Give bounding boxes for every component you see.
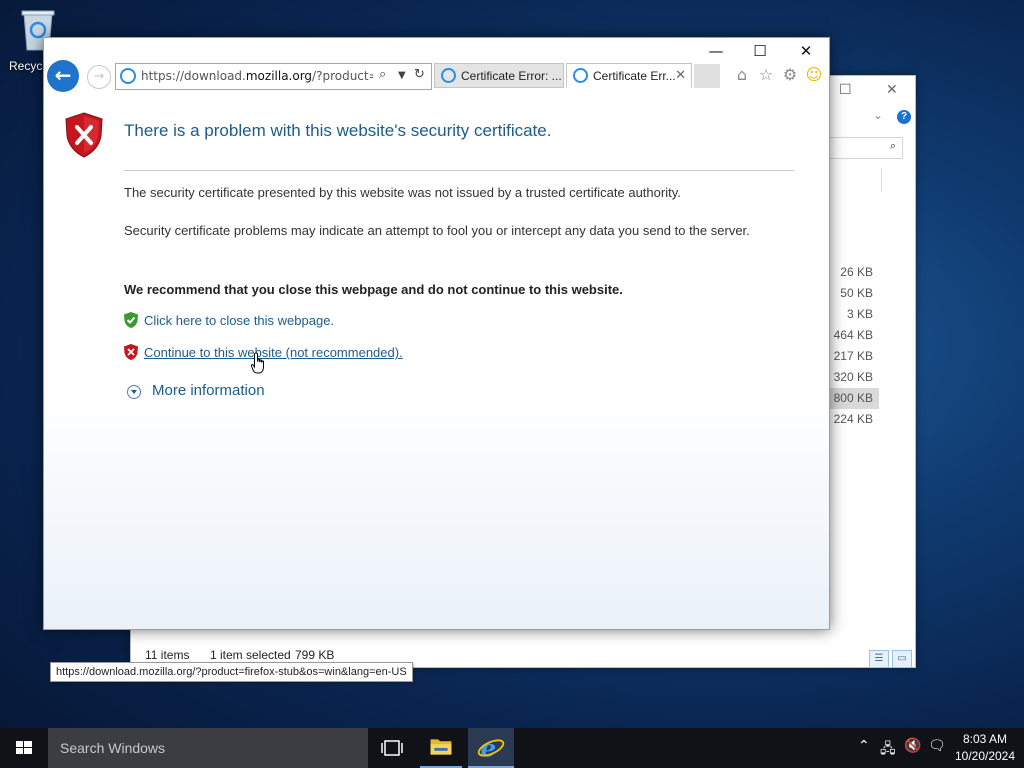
details-view-icon[interactable]: ☰ — [869, 650, 889, 668]
expand-chevron-icon — [127, 385, 141, 399]
file-explorer-icon[interactable] — [420, 728, 462, 768]
certificate-message: The security certificate presented by th… — [124, 185, 681, 200]
clock-date: 10/20/2024 — [954, 749, 1016, 763]
tab-certificate-error-2[interactable]: Certificate Err... ✕ — [566, 63, 692, 88]
more-information-label: More information — [152, 382, 265, 399]
close-webpage-link-text[interactable]: Click here to close this webpage. — [144, 313, 334, 328]
continue-website-link-text[interactable]: Continue to this website (not recommende… — [144, 345, 403, 360]
ie-page-icon — [573, 68, 588, 83]
file-size[interactable]: 3 KB — [829, 304, 879, 325]
forward-button[interactable]: → — [87, 65, 111, 89]
minimize-icon[interactable]: — — [696, 42, 736, 60]
dropdown-icon[interactable]: ▼ — [398, 70, 406, 81]
taskbar-search-input[interactable]: Search Windows — [48, 728, 368, 768]
home-icon[interactable]: ⌂ — [730, 65, 754, 84]
url-domain: mozilla.org — [245, 69, 313, 83]
url-prefix: https://download. — [141, 69, 246, 83]
shield-error-icon — [65, 112, 103, 158]
url-suffix: /?product=firef — [312, 69, 373, 83]
volume-muted-icon[interactable]: 🔇 — [904, 738, 921, 754]
file-size[interactable]: 224 KB — [829, 409, 879, 430]
ie-page-icon — [441, 68, 456, 83]
search-icon[interactable]: ⌕ — [379, 67, 386, 82]
feedback-smiley-icon[interactable]: ☺ — [802, 65, 826, 84]
tab-close-icon[interactable]: ✕ — [675, 67, 686, 83]
internet-explorer-icon[interactable]: e — [468, 728, 514, 768]
gear-icon[interactable]: ⚙ — [778, 65, 802, 84]
close-icon[interactable]: ✕ — [786, 42, 826, 60]
svg-text:e: e — [481, 734, 497, 763]
chevron-up-icon[interactable]: ⌃ — [858, 738, 870, 754]
help-icon[interactable]: ? — [897, 110, 911, 124]
large-icons-view-icon[interactable]: ▭ — [892, 650, 912, 668]
tab-label: Certificate Err... — [593, 69, 676, 83]
clock-time: 8:03 AM — [962, 732, 1008, 746]
tab-certificate-error-1[interactable]: Certificate Error: ... — [434, 63, 564, 88]
toolbar-icons: ⌂ ☆ ⚙ ☺ — [730, 65, 826, 84]
ie-page-icon — [120, 68, 136, 84]
file-size[interactable]: 26 KB — [829, 262, 879, 283]
maximize-icon[interactable]: ☐ — [740, 42, 780, 60]
column-divider — [881, 168, 882, 192]
red-shield-icon — [124, 344, 138, 360]
minimize-icon[interactable]: ☐ — [839, 82, 852, 98]
page-content: There is a problem with this website's s… — [44, 96, 829, 682]
back-button[interactable]: ← — [47, 60, 79, 92]
item-count: 11 items — [145, 648, 190, 662]
recycle-bin-label: Recycl — [9, 59, 46, 73]
new-tab-button[interactable] — [694, 64, 720, 88]
tab-label: Certificate Error: ... — [461, 69, 562, 83]
refresh-icon[interactable]: ↻ — [414, 67, 425, 82]
close-icon[interactable]: ✕ — [886, 82, 898, 98]
view-toggle: ☰ ▭ — [869, 646, 915, 668]
recommendation-text: We recommend that you close this webpage… — [124, 282, 623, 297]
explorer-search-input[interactable]: r ⌕ — [821, 137, 903, 159]
windows-start-icon[interactable] — [0, 728, 48, 768]
file-size-column: 26 KB 50 KB 3 KB 464 KB 217 KB 320 KB 80… — [829, 262, 879, 430]
status-bar-url: https://download.mozilla.org/?product=fi… — [50, 662, 413, 682]
chevron-down-icon[interactable]: ⌄ — [873, 108, 883, 122]
file-size[interactable]: 217 KB — [829, 346, 879, 367]
file-size[interactable]: 464 KB — [829, 325, 879, 346]
selection-size: 799 KB — [295, 648, 335, 662]
address-bar[interactable]: https://download.mozilla.org/?product=fi… — [115, 63, 432, 90]
page-title: There is a problem with this website's s… — [124, 121, 552, 140]
file-size[interactable]: 50 KB — [829, 283, 879, 304]
selection-count: 1 item selected — [210, 648, 291, 662]
divider — [124, 170, 794, 171]
notifications-icon[interactable]: 🗨 — [928, 738, 946, 754]
taskbar-search-placeholder: Search Windows — [60, 740, 166, 756]
task-view-icon[interactable] — [372, 728, 412, 768]
hand-cursor-icon — [251, 352, 264, 374]
favorites-star-icon[interactable]: ☆ — [754, 65, 778, 84]
search-icon: ⌕ — [889, 140, 896, 152]
security-warning-message: Security certificate problems may indica… — [124, 223, 750, 238]
network-icon[interactable]: 🖧 — [880, 738, 896, 762]
file-size-selected[interactable]: 800 KB — [829, 388, 879, 409]
file-size[interactable]: 320 KB — [829, 367, 879, 388]
green-shield-icon — [124, 312, 138, 328]
clock[interactable]: 8:03 AM 10/20/2024 — [950, 731, 1020, 765]
taskbar: Search Windows e ⌃ 🖧 🔇 🗨 8:03 AM 10/20/2… — [0, 728, 1024, 768]
internet-explorer-window[interactable]: — ☐ ✕ ← → https://download.mozilla.org/?… — [43, 37, 830, 682]
address-url[interactable]: https://download.mozilla.org/?product=fi… — [141, 69, 373, 83]
